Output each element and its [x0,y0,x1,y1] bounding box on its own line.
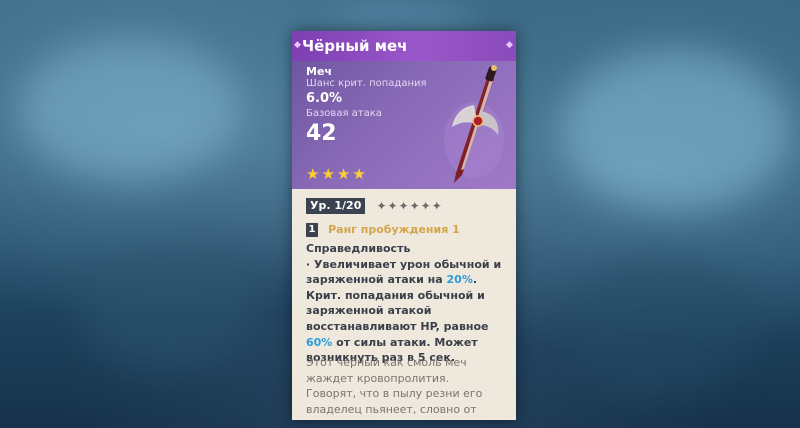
crit-rate-value: 6.0% [306,91,343,106]
rarity-star-icon: ★ [306,165,321,183]
rarity-star-icon: ★ [321,165,336,183]
rarity-star-icon: ★ [352,165,367,183]
weapon-header: Меч Шанс крит. попадания 6.0% Базовая ат… [292,61,516,189]
passive-description: Справедливость · Увеличивает урон обычно… [306,241,510,366]
weapon-tooltip-card: Чёрный меч ◆ ◆ Меч Шанс крит. попадания … [292,31,516,420]
rarity-stars: ★★★★ [306,165,368,183]
passive-text: · Увеличивает урон обычной и заряженной … [306,257,510,366]
lore-text: Этот чёрный как смоль меч жаждет кровопр… [306,356,483,420]
corner-ornament-right-icon: ◆ [506,40,513,50]
weapon-details: Ур. 1/20 ✦✦✦✦✦✦ 1 Ранг пробуждения 1 Спр… [292,189,516,420]
bullet: · [306,257,311,271]
level-row: Ур. 1/20 ✦✦✦✦✦✦ [306,198,443,214]
crit-rate-label: Шанс крит. попадания [306,78,427,89]
weapon-type: Меч [306,65,332,78]
refinement-label: Ранг пробуждения 1 [328,223,460,236]
rarity-star-icon: ★ [336,165,352,183]
weapon-name: Чёрный меч [302,37,408,55]
black-sword-icon [444,65,504,183]
level-badge: Ур. 1/20 [306,198,366,214]
corner-ornament-left-icon: ◆ [294,40,301,50]
refinement-row: 1 Ранг пробуждения 1 [306,222,460,238]
ascension-stars: ✦✦✦✦✦✦ [376,199,443,213]
passive-value-2: 60% [306,335,333,349]
base-attack-value: 42 [306,121,337,146]
refinement-rank-badge: 1 [306,223,318,237]
passive-title: Справедливость [306,242,411,255]
title-bar: Чёрный меч ◆ ◆ [292,31,516,61]
passive-value-1: 20% [446,273,473,287]
base-attack-label: Базовая атака [306,108,382,119]
